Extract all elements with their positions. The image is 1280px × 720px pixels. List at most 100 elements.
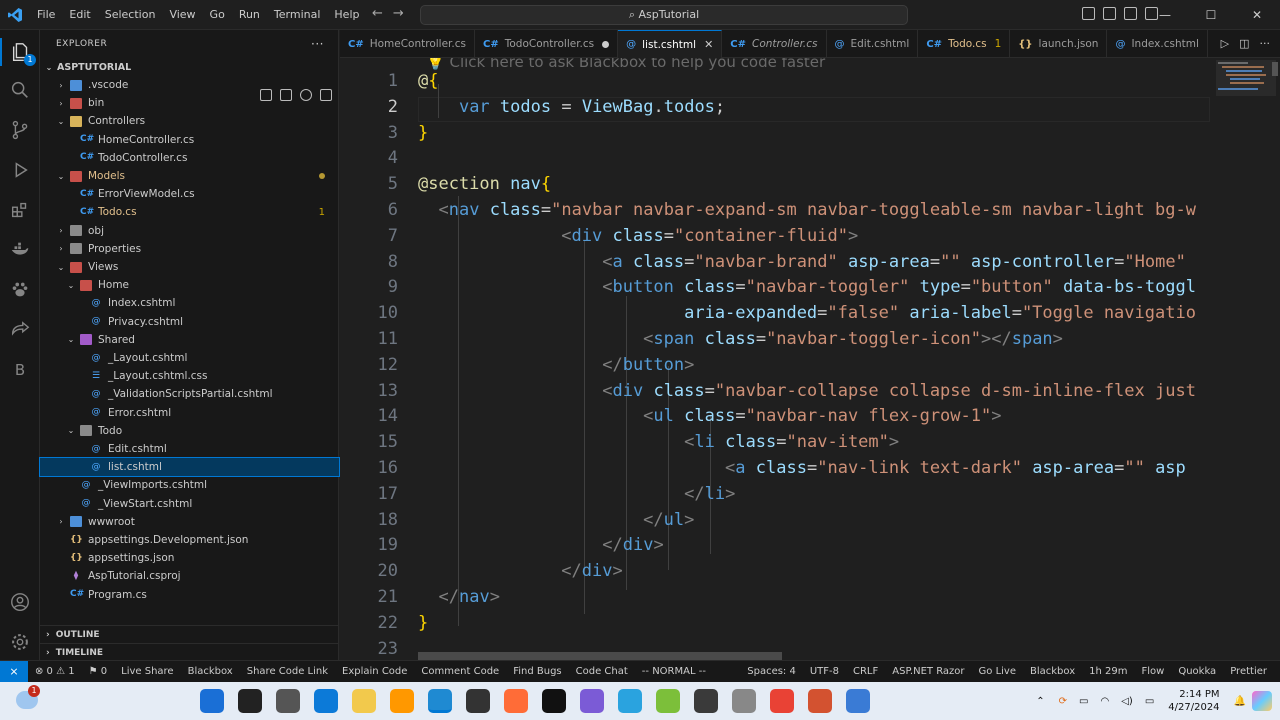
close-tab-icon[interactable]: ✕ <box>704 38 713 51</box>
workspace-root[interactable]: ⌄ ASPTUTORIAL <box>40 58 339 76</box>
code-line[interactable]: var todos = ViewBag.todos; <box>418 97 725 117</box>
editor-tab[interactable]: {} launch.json <box>1010 30 1108 58</box>
tree-folder[interactable]: ⌄ Shared <box>40 331 339 349</box>
menu-edit[interactable]: Edit <box>62 0 97 30</box>
tree-file[interactable]: @ Error.cshtml <box>40 404 339 422</box>
tree-file[interactable]: C# ErrorViewModel.cs <box>40 185 339 203</box>
code-line[interactable]: </ul> <box>418 510 694 530</box>
status-item[interactable]: Find Bugs <box>506 666 568 677</box>
search-icon[interactable] <box>238 689 262 713</box>
status-item[interactable]: Prettier <box>1223 666 1274 677</box>
run-icon[interactable]: ▷ <box>1221 37 1229 50</box>
minimize-button[interactable]: — <box>1142 0 1188 30</box>
tree-file[interactable]: @ _ValidationScriptsPartial.cshtml <box>40 385 339 403</box>
more-actions-icon[interactable]: ··· <box>1260 37 1271 50</box>
toggle-primary-sidebar-icon[interactable] <box>1082 7 1095 20</box>
editor-tab[interactable]: C# Todo.cs 1 <box>918 30 1011 58</box>
sync-icon[interactable]: ⟳ <box>1053 696 1073 707</box>
tree-folder[interactable]: ⌄ Todo <box>40 422 339 440</box>
powerpoint-icon[interactable] <box>808 689 832 713</box>
status-item[interactable]: Flow <box>1135 666 1172 677</box>
maximize-button[interactable]: ☐ <box>1188 0 1234 30</box>
chevron-up-icon[interactable]: ⌃ <box>1028 696 1052 707</box>
paw-icon[interactable] <box>0 276 40 304</box>
notifications-bell-icon[interactable]: 🔔 <box>1228 696 1252 707</box>
menu-selection[interactable]: Selection <box>98 0 163 30</box>
editor-tab[interactable]: C# HomeController.cs <box>340 30 475 58</box>
battery-icon[interactable]: ▭ <box>1139 696 1160 707</box>
horizontal-scrollbar[interactable] <box>418 652 782 660</box>
status-item[interactable]: 1h 29m <box>1082 666 1134 677</box>
tree-folder[interactable]: › .vscode <box>40 76 339 94</box>
blackbox-hint[interactable]: 💡 Click here to ask Blackbox to help you… <box>426 58 825 71</box>
code-line[interactable]: <ul class="navbar-nav flex-grow-1"> <box>418 406 1001 426</box>
remote-indicator[interactable]: ⨯ <box>0 660 28 683</box>
tree-file[interactable]: {} appsettings.Development.json <box>40 531 339 549</box>
code-line[interactable]: <a class="navbar-brand" asp-area="" asp-… <box>418 252 1186 272</box>
outline-section[interactable]: › OUTLINE <box>40 625 339 643</box>
menu-file[interactable]: File <box>30 0 62 30</box>
visual-studio-icon[interactable] <box>580 689 604 713</box>
code-line[interactable]: @section nav{ <box>418 174 551 194</box>
account-icon[interactable] <box>0 588 40 616</box>
volume-icon[interactable]: ◁) <box>1115 696 1139 707</box>
code-line[interactable]: </li> <box>418 484 735 504</box>
tree-file[interactable]: @ Index.cshtml <box>40 294 339 312</box>
status-item[interactable]: CRLF <box>846 666 885 677</box>
vscode-icon[interactable] <box>428 689 452 713</box>
code-line[interactable]: </button> <box>418 355 694 375</box>
command-center[interactable]: ⌕ AspTutorial <box>420 5 908 25</box>
status-item[interactable]: Go Live <box>972 666 1023 677</box>
status-item[interactable]: Comment Code <box>414 666 506 677</box>
status-item[interactable]: Quokka <box>1171 666 1223 677</box>
toggle-secondary-sidebar-icon[interactable] <box>1124 7 1137 20</box>
code-line[interactable]: } <box>418 123 428 143</box>
status-item[interactable]: ASP.NET Razor <box>885 666 971 677</box>
code-line[interactable]: <div class="container-fluid"> <box>418 226 858 246</box>
tree-file[interactable]: @ Privacy.cshtml <box>40 313 339 331</box>
task-view-icon[interactable] <box>276 689 300 713</box>
editor-tab[interactable]: @ Edit.cshtml <box>827 30 919 58</box>
tree-folder[interactable]: ⌄ Controllers <box>40 112 339 130</box>
settings-gear-icon[interactable] <box>0 628 40 656</box>
tree-file[interactable]: {} appsettings.json <box>40 549 339 567</box>
code-line[interactable]: @{ <box>418 71 439 91</box>
code-line[interactable]: <li class="nav-item"> <box>418 432 899 452</box>
code-line[interactable]: <a class="nav-link text-dark" asp-area="… <box>418 458 1186 478</box>
menu-go[interactable]: Go <box>203 0 232 30</box>
more-actions-icon[interactable]: ··· <box>311 37 324 51</box>
editor-tab[interactable]: C# TodoController.cs <box>475 30 619 58</box>
nav-arrows[interactable]: ←→ <box>372 6 414 21</box>
wifi-icon[interactable]: ◠ <box>1094 696 1115 707</box>
start-icon[interactable] <box>200 689 224 713</box>
tree-folder[interactable]: › Properties <box>40 240 339 258</box>
postman-icon[interactable] <box>504 689 528 713</box>
menu-terminal[interactable]: Terminal <box>267 0 328 30</box>
tree-folder[interactable]: › wwwroot <box>40 513 339 531</box>
telegram-icon[interactable] <box>618 689 642 713</box>
timeline-section[interactable]: › TIMELINE <box>40 643 339 661</box>
weather-icon[interactable]: 1 <box>16 685 40 709</box>
menu-help[interactable]: Help <box>327 0 366 30</box>
editor-tab[interactable]: C# Controller.cs <box>722 30 827 58</box>
status-item[interactable]: UTF-8 <box>803 666 846 677</box>
copilot-icon[interactable] <box>1252 691 1272 711</box>
file-explorer-icon[interactable] <box>352 689 376 713</box>
unsaved-dot[interactable] <box>602 40 610 48</box>
snipping-icon[interactable] <box>846 689 870 713</box>
clock[interactable]: 2:14 PM 4/27/2024 <box>1160 688 1227 714</box>
editor-tab[interactable]: @ Index.cshtml <box>1107 30 1208 58</box>
tree-file[interactable]: C# HomeController.cs <box>40 131 339 149</box>
status-item[interactable]: ⊗ 0 ⚠ 1 <box>28 666 82 677</box>
status-item[interactable]: Share Code Link <box>240 666 335 677</box>
tree-file[interactable]: @ _ViewStart.cshtml <box>40 495 339 513</box>
editor-tab[interactable]: @ list.cshtml ✕ <box>618 30 723 58</box>
calendar-icon[interactable] <box>694 689 718 713</box>
tree-folder[interactable]: ⌄ Views <box>40 258 339 276</box>
search-icon[interactable] <box>0 76 40 104</box>
code-line[interactable]: <button class="navbar-toggler" type="but… <box>418 277 1196 297</box>
status-item[interactable]: Blackbox <box>1023 666 1082 677</box>
live-share-icon[interactable] <box>0 316 40 344</box>
tree-file[interactable]: @ _Layout.cshtml <box>40 349 339 367</box>
status-item[interactable]: Code Chat <box>569 666 635 677</box>
